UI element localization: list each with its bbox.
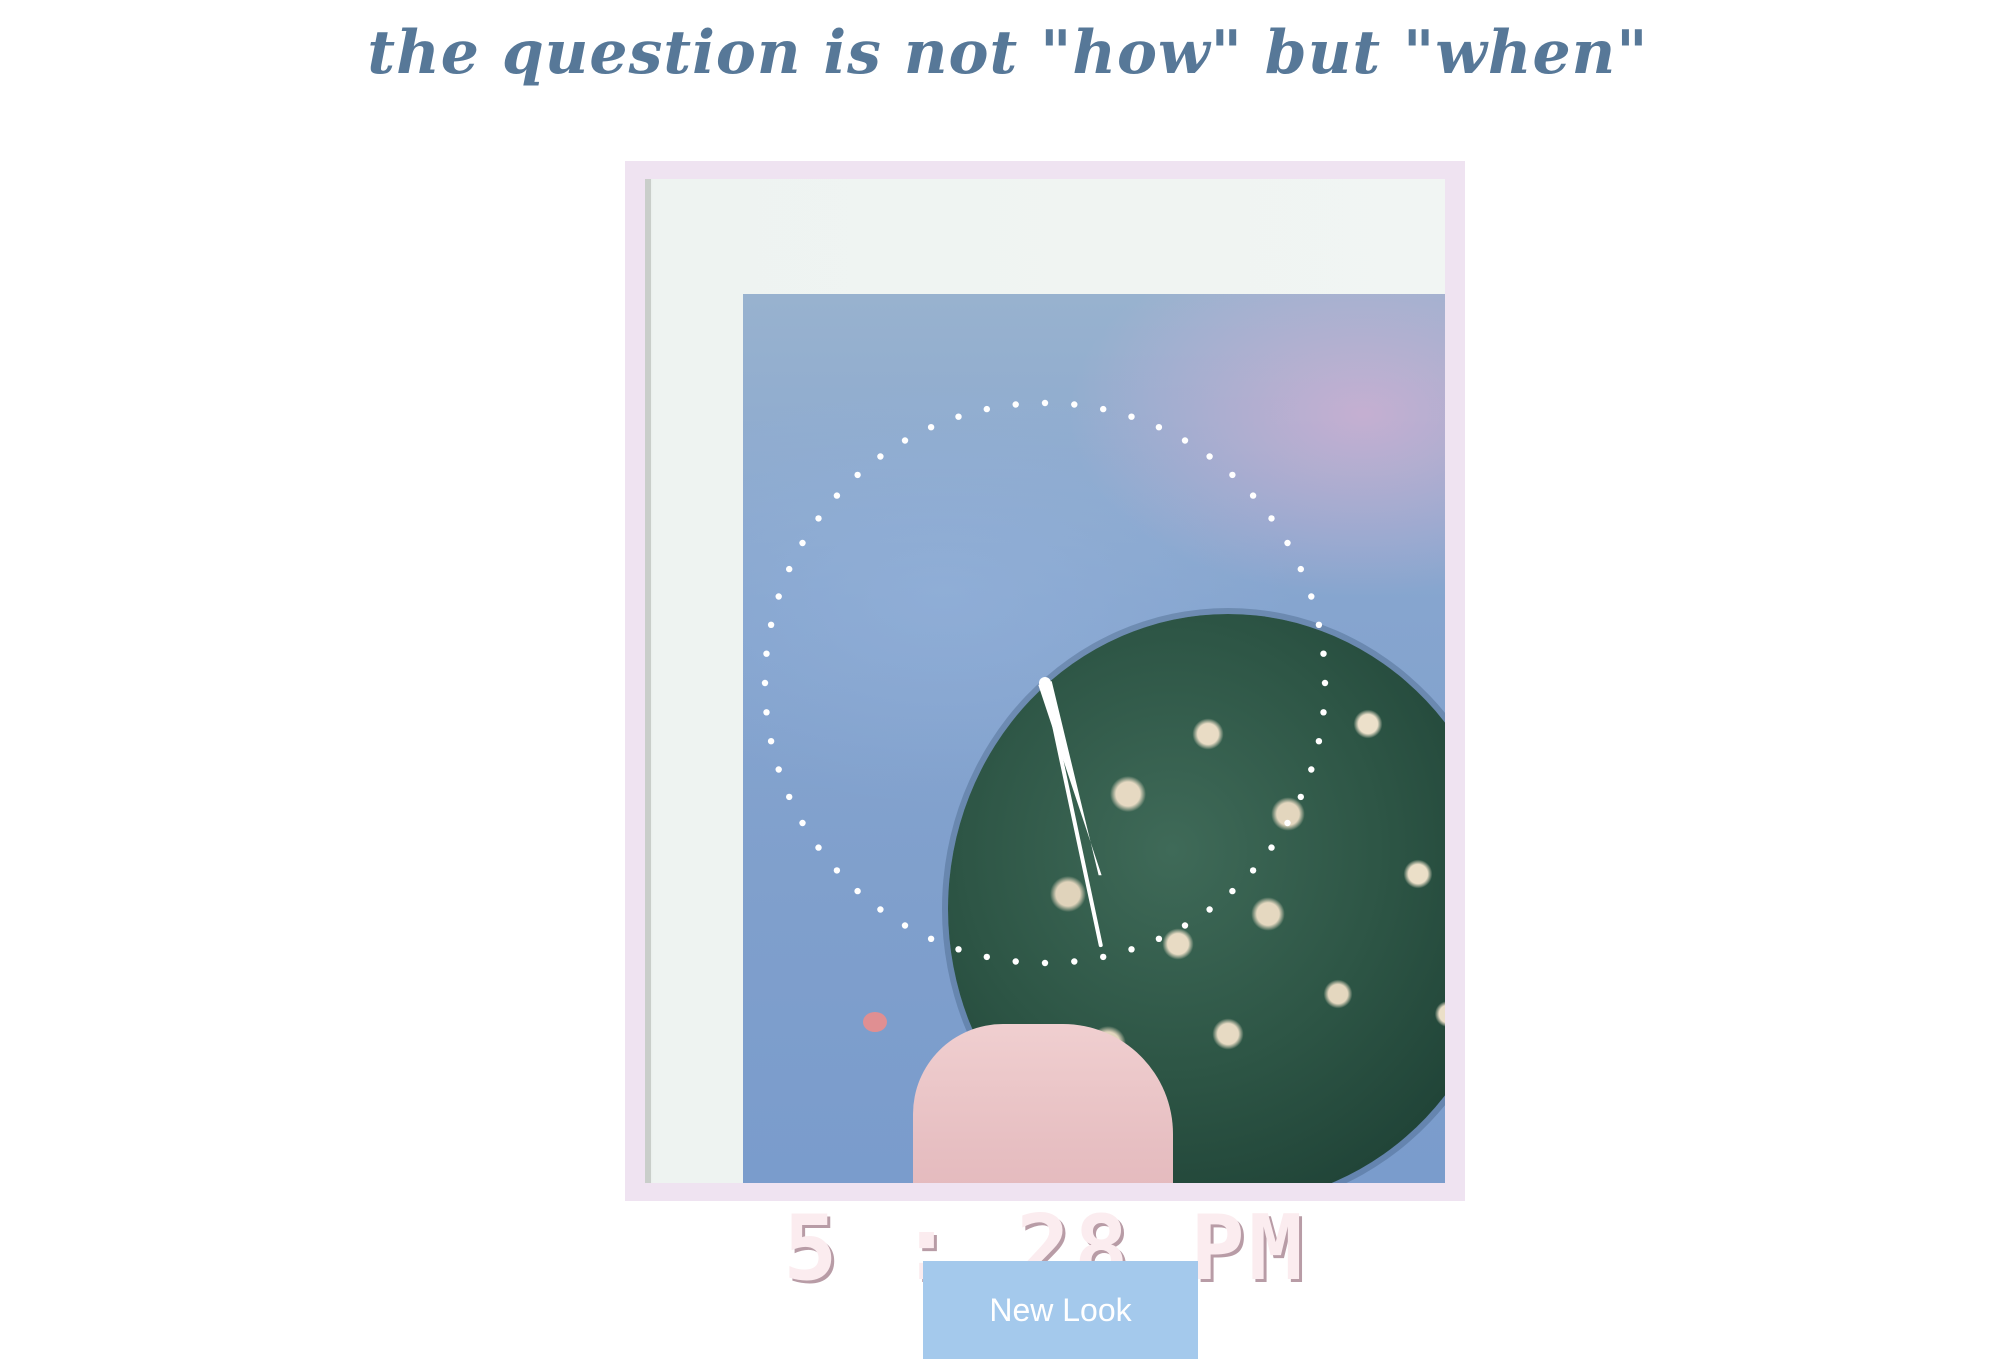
clock-dial-dot — [1206, 453, 1213, 460]
clock-dial-dot — [1100, 405, 1107, 413]
clock-dial-dot — [799, 819, 806, 827]
clock-dial-dot — [767, 738, 775, 745]
clock-dial-dot — [1181, 437, 1189, 444]
clock-dial-dot — [1012, 958, 1019, 965]
clock-dial-dot — [1249, 867, 1257, 874]
clock-dial-dot — [983, 953, 990, 961]
clock-dial-dot — [877, 453, 884, 460]
clock-dial-dot — [1041, 399, 1049, 407]
clock-dial-dot — [815, 844, 822, 851]
clock-dial-dot — [1128, 413, 1135, 420]
clock-dial-dot — [955, 946, 962, 953]
clock-dial-dot — [786, 793, 793, 801]
clock-dial-dot — [1268, 515, 1275, 522]
clock-dial-dot — [1229, 887, 1236, 895]
clock-dial-dot — [901, 437, 909, 444]
clock-dial-dot — [767, 621, 775, 628]
clock-dial-dot — [1297, 793, 1304, 801]
clock-dial-dot — [775, 766, 782, 773]
clock-dial-dot — [854, 887, 861, 895]
clock-dial-dot — [1181, 922, 1189, 929]
clock-dial-dot — [775, 593, 782, 600]
clock-dial-dot — [901, 922, 909, 929]
clock-dial-dot — [1308, 593, 1315, 600]
clock-dial-dot — [1229, 471, 1236, 479]
hour-hand — [1038, 681, 1102, 876]
new-look-button[interactable]: New Look — [923, 1261, 1198, 1359]
clock-dial-dot — [1308, 766, 1315, 773]
clock-dial-dot — [1206, 906, 1213, 913]
clock-dial-dot — [1071, 401, 1078, 408]
clock-dial-dot — [1315, 621, 1323, 628]
clock-dial-dot — [799, 539, 806, 547]
clock-dial-dot — [1320, 650, 1327, 657]
clock-dial-dot — [763, 709, 770, 716]
clock-dial-dot — [1071, 958, 1078, 965]
page: the question is not "how" but "when" 5 :… — [0, 0, 2016, 1372]
clock-dial-dot — [1284, 819, 1291, 827]
clock-dial-dot — [1100, 953, 1107, 961]
clock-dial-dot — [786, 565, 793, 573]
clock-frame: 5 : 28 PM — [625, 161, 1465, 1301]
clock-dial-dot — [1284, 539, 1291, 547]
clock-dial-dot — [833, 492, 841, 499]
clock-dial-dot — [1321, 679, 1329, 687]
clock-center — [1039, 677, 1051, 689]
clock-dial-dot — [1155, 424, 1163, 431]
clock-dial-dot — [1315, 738, 1323, 745]
clock-dial-dot — [761, 679, 769, 687]
clock-dial-dot — [833, 867, 841, 874]
quote-heading: the question is not "how" but "when" — [367, 18, 1649, 88]
clock-dial-dot — [815, 515, 822, 522]
clock-dial-dot — [927, 935, 935, 942]
clock-dial-dot — [955, 413, 962, 420]
clock-dial-dot — [1012, 401, 1019, 408]
clock-dial-dot — [1155, 935, 1163, 942]
clock-dial-dot — [1268, 844, 1275, 851]
clock-dial-dot — [877, 906, 884, 913]
clock-dial-dot — [1249, 492, 1257, 499]
analog-clock — [761, 399, 1329, 967]
clock-dial-dot — [1041, 959, 1049, 967]
clock-dial-dot — [927, 424, 935, 431]
clock-dial-dot — [1128, 946, 1135, 953]
clock-dial-dot — [983, 405, 990, 413]
clock-dial-dot — [763, 650, 770, 657]
clock-dial-dot — [854, 471, 861, 479]
clock-dial-dot — [1297, 565, 1304, 573]
clock-dial-dot — [1320, 709, 1327, 716]
